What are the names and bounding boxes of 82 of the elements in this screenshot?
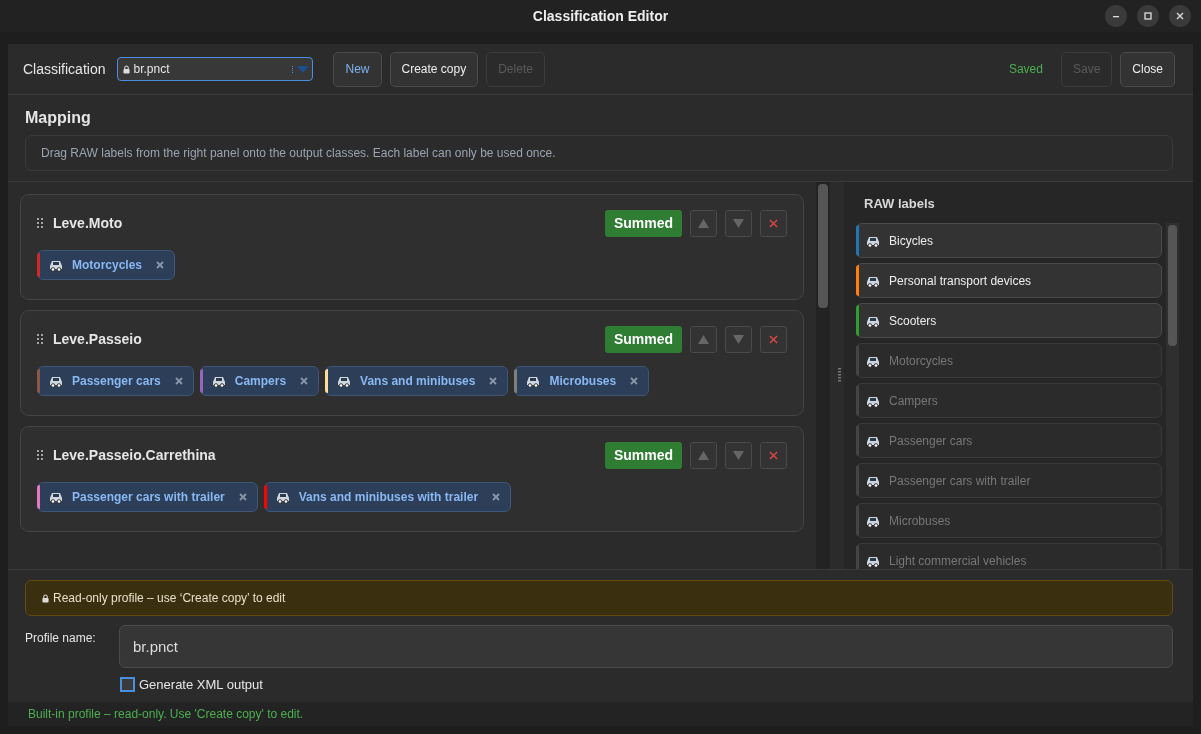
down-triangle-icon xyxy=(733,450,744,460)
classification-label: Classification xyxy=(23,61,106,77)
mode-button[interactable]: Summed xyxy=(604,441,682,469)
move-up-button[interactable] xyxy=(690,325,717,353)
classification-dropdown[interactable]: br.pnct xyxy=(117,57,314,81)
move-down-button[interactable] xyxy=(725,441,752,469)
status-bar: Built-in profile – read-only. Use 'Create copy' to edit. xyxy=(8,702,1193,726)
raw-label-item[interactable]: Personal transport devices xyxy=(856,263,1162,298)
remove-icon[interactable] xyxy=(238,493,247,501)
raw-label-item[interactable]: Microbuses xyxy=(856,503,1162,538)
move-down-button[interactable] xyxy=(725,325,752,353)
window-title: Classification Editor xyxy=(532,8,669,24)
caret-icon xyxy=(292,65,310,73)
up-triangle-icon xyxy=(698,218,709,228)
close-icon xyxy=(769,334,778,344)
car-icon xyxy=(48,490,64,504)
drag-handle-icon[interactable] xyxy=(37,450,43,460)
car-icon xyxy=(274,490,291,504)
remove-icon[interactable] xyxy=(174,377,183,385)
close-icon xyxy=(769,218,778,228)
move-down-button[interactable] xyxy=(725,209,752,237)
label-chip[interactable]: Vans and minibuses with trailer xyxy=(263,482,512,512)
car-icon xyxy=(48,258,64,272)
remove-icon[interactable] xyxy=(489,377,498,385)
remove-icon[interactable] xyxy=(300,377,309,385)
toolbar-button[interactable]: Create copy xyxy=(389,51,479,87)
car-icon xyxy=(48,374,64,388)
profile-name-field[interactable]: br.pnct xyxy=(119,625,1173,668)
label-chip[interactable]: Passenger cars with trailer xyxy=(37,482,258,512)
class-name: Leve.Passeio xyxy=(53,331,142,347)
scrollbar[interactable] xyxy=(1166,223,1179,569)
warning-text: Read-only profile – use ‘Create copy’ to edit xyxy=(53,591,286,605)
move-up-button[interactable] xyxy=(690,441,717,469)
raw-label-item[interactable]: Passenger cars xyxy=(856,423,1162,458)
label-chip[interactable]: Motorcycles xyxy=(37,250,176,280)
close-icon xyxy=(1175,11,1185,21)
toolbar-button[interactable]: New xyxy=(333,51,382,87)
class-name: Leve.Moto xyxy=(53,215,123,231)
remove-icon[interactable] xyxy=(492,493,501,501)
raw-label-item[interactable]: Motorcycles xyxy=(856,343,1162,378)
hint-text: Drag RAW labels from the right panel onto the output classes. Each label can only be used once. xyxy=(25,135,1173,171)
remove-button[interactable] xyxy=(760,441,787,469)
drag-handle-icon[interactable] xyxy=(37,334,43,344)
class-name: Leve.Passeio.Carrethina xyxy=(53,447,216,463)
close-dialog-button[interactable]: Close xyxy=(1120,51,1175,87)
close-icon xyxy=(769,450,778,460)
remove-icon[interactable] xyxy=(630,377,639,385)
label-chip[interactable]: Campers xyxy=(199,366,320,396)
car-icon xyxy=(210,374,227,388)
scrollbar[interactable] xyxy=(816,182,830,569)
section-title: Mapping xyxy=(25,109,92,127)
up-triangle-icon xyxy=(698,334,709,344)
remove-button[interactable] xyxy=(760,325,787,353)
raw-label-item[interactable]: Scooters xyxy=(856,303,1162,338)
label-chip[interactable]: Microbuses xyxy=(514,366,650,396)
raw-label-item[interactable]: Bicycles xyxy=(856,223,1162,258)
mode-button[interactable]: Summed xyxy=(604,209,682,237)
label-chip[interactable]: Passenger cars xyxy=(37,366,194,396)
checkbox[interactable] xyxy=(120,677,135,692)
close-button[interactable] xyxy=(1169,5,1191,27)
car-icon xyxy=(336,374,353,388)
label-chip[interactable]: Vans and minibuses xyxy=(325,366,509,396)
checkbox-label: Generate XML output xyxy=(139,677,263,692)
raw-label-item[interactable]: Passenger cars with trailer xyxy=(856,463,1162,498)
profile-name-label: Profile name: xyxy=(25,631,97,645)
maximize-icon xyxy=(1143,11,1153,21)
minimize-button[interactable] xyxy=(1105,5,1127,27)
up-triangle-icon xyxy=(698,450,709,460)
car-icon xyxy=(525,374,542,388)
panel-title: RAW labels xyxy=(863,195,936,213)
raw-label-item[interactable]: Campers xyxy=(856,383,1162,418)
down-triangle-icon xyxy=(733,334,744,344)
down-triangle-icon xyxy=(733,218,744,228)
remove-button[interactable] xyxy=(760,209,787,237)
raw-label-item[interactable]: Light commercial vehicles xyxy=(856,543,1162,569)
maximize-button[interactable] xyxy=(1137,5,1159,27)
splitter-handle-icon[interactable] xyxy=(837,367,841,384)
drag-handle-icon[interactable] xyxy=(37,218,43,228)
save-status: Saved xyxy=(1008,62,1043,76)
move-up-button[interactable] xyxy=(690,209,717,237)
mode-button[interactable]: Summed xyxy=(604,325,682,353)
remove-icon[interactable] xyxy=(156,261,165,269)
